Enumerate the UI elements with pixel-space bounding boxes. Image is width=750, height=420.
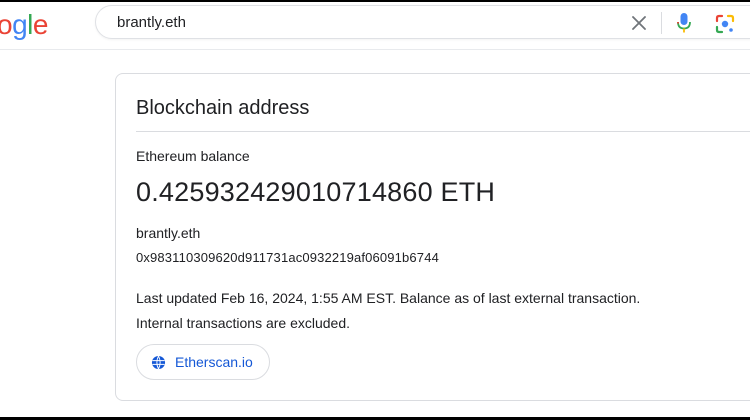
mic-icon[interactable] <box>675 12 693 34</box>
balance-label: Ethereum balance <box>136 148 250 164</box>
globe-icon <box>151 355 166 370</box>
logo-letter: o <box>0 9 13 40</box>
google-lens-icon[interactable] <box>714 13 736 35</box>
close-icon[interactable] <box>630 14 648 32</box>
etherscan-link[interactable]: Etherscan.io <box>175 354 253 370</box>
logo-letter: g <box>12 9 28 40</box>
card-divider <box>136 131 750 132</box>
blockchain-address-card: Blockchain address Ethereum balance 0.42… <box>115 73 750 401</box>
google-logo[interactable]: ogle <box>0 9 48 41</box>
balance-value: 0.425932429010714860 ETH <box>136 177 496 207</box>
header-divider <box>0 49 750 50</box>
ens-name: brantly.eth <box>136 225 201 241</box>
internal-tx-note: Internal transactions are excluded. <box>136 315 351 331</box>
search-results-page: ogle brantly.eth Blockchain address Ethe… <box>0 0 750 420</box>
search-bar[interactable]: brantly.eth <box>95 5 750 39</box>
search-input[interactable]: brantly.eth <box>117 14 186 31</box>
etherscan-source-chip[interactable]: Etherscan.io <box>136 344 270 380</box>
search-divider <box>661 12 662 34</box>
card-title: Blockchain address <box>136 97 310 119</box>
last-updated-note: Last updated Feb 16, 2024, 1:55 AM EST. … <box>136 290 641 306</box>
logo-letter: e <box>32 9 49 40</box>
wallet-address: 0x983110309620d911731ac0932219af06091b67… <box>136 250 439 265</box>
